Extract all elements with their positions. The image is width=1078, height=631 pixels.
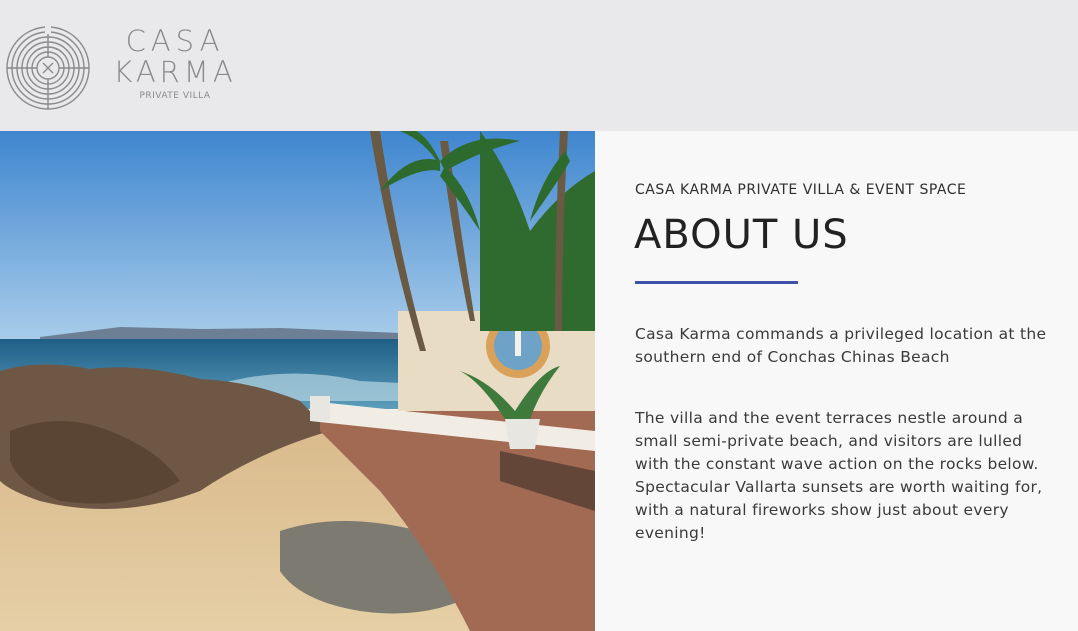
brand-name-line1: CASA — [125, 24, 225, 58]
site-header: CASA KARMA PRIVATE VILLA — [0, 0, 1078, 131]
brand-tagline: PRIVATE VILLA — [139, 91, 211, 101]
about-eyebrow: CASA KARMA PRIVATE VILLA & EVENT SPACE — [635, 182, 967, 198]
brand-name-line2: KARMA — [113, 55, 237, 89]
title-underline — [635, 281, 798, 284]
brand-wordmark[interactable]: CASA KARMA PRIVATE VILLA — [110, 26, 240, 101]
about-paragraph-2: The villa and the event terraces nestle … — [635, 409, 1043, 542]
hero-photo — [0, 131, 595, 631]
about-section: CASA KARMA PRIVATE VILLA & EVENT SPACE A… — [595, 131, 1078, 631]
labyrinth-logo-icon[interactable] — [5, 25, 91, 111]
about-title: ABOUT US — [634, 212, 849, 258]
about-paragraph-1: Casa Karma commands a privileged locatio… — [635, 325, 1047, 366]
